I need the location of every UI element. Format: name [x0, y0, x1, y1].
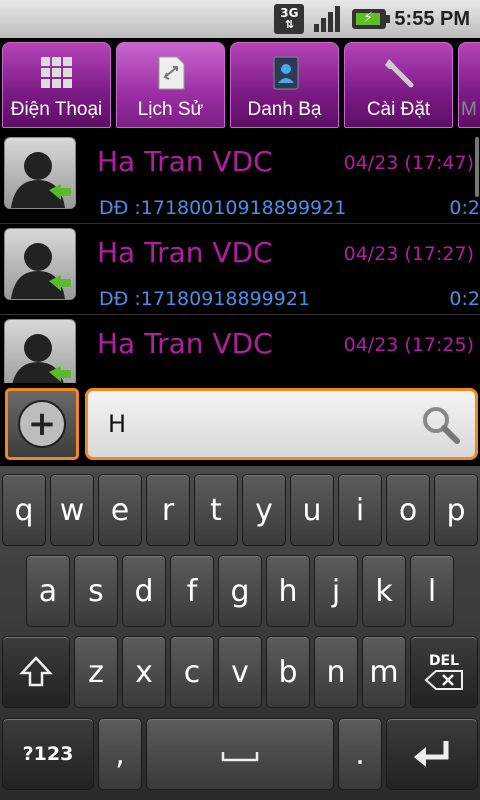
backspace-icon	[424, 670, 463, 690]
key-n[interactable]: n	[314, 636, 358, 708]
call-time: 04/23 (17:27)	[343, 243, 474, 265]
tab-label: Danh Bạ	[247, 99, 322, 120]
key-f[interactable]: f	[170, 555, 214, 627]
key-q[interactable]: q	[2, 474, 46, 546]
tab-label: Lịch Sử	[137, 99, 204, 120]
key-p[interactable]: p	[434, 474, 478, 546]
tab-bar: Điện Thoại Lịch Sử Danh Bạ Cài Đặt M	[0, 40, 480, 132]
enter-arrow-icon	[414, 741, 449, 767]
search-input[interactable]	[108, 403, 408, 445]
call-duration: 0:2	[449, 197, 480, 219]
delete-label: DEL	[428, 653, 460, 669]
key-z[interactable]: z	[74, 636, 118, 708]
signal-icon	[312, 4, 344, 34]
tab-danh-ba[interactable]: Danh Bạ	[230, 42, 339, 128]
call-row[interactable]: Ha Tran VDC 04/23 (17:47) DĐ :1718001091…	[0, 133, 480, 224]
search-icon[interactable]	[419, 403, 461, 445]
key-i[interactable]: i	[338, 474, 382, 546]
key-w[interactable]: w	[50, 474, 94, 546]
key-b[interactable]: b	[266, 636, 310, 708]
tab-label: Cài Đặt	[366, 99, 431, 120]
call-history-list: Ha Tran VDC 04/23 (17:47) DĐ :1718001091…	[0, 133, 480, 383]
key-x[interactable]: x	[122, 636, 166, 708]
contact-name: Ha Tran VDC	[97, 145, 273, 178]
contact-name: Ha Tran VDC	[97, 236, 273, 269]
tab-cai-dat[interactable]: Cài Đặt	[344, 42, 453, 128]
tab-more[interactable]: M	[458, 42, 480, 128]
shift-key[interactable]	[2, 636, 70, 708]
search-box[interactable]	[85, 388, 478, 460]
soft-keyboard: q w e r t y u i o p a s d f g h j k l z …	[0, 466, 480, 800]
shift-arrow-icon	[19, 656, 53, 687]
call-time: 04/23 (17:47)	[343, 152, 474, 174]
key-g[interactable]: g	[218, 555, 262, 627]
call-duration: 0:2	[449, 288, 480, 310]
key-a[interactable]: a	[26, 555, 70, 627]
key-d[interactable]: d	[122, 555, 166, 627]
call-time: 04/23 (17:25)	[343, 334, 474, 356]
key-o[interactable]: o	[386, 474, 430, 546]
add-contact-button[interactable]: +	[5, 388, 79, 460]
tab-label: M	[461, 99, 477, 120]
key-u[interactable]: u	[290, 474, 334, 546]
key-r[interactable]: r	[146, 474, 190, 546]
history-icon	[158, 56, 184, 90]
person-silhouette-icon	[11, 243, 71, 299]
enter-key[interactable]	[386, 718, 478, 790]
plus-icon: +	[18, 400, 66, 448]
key-j[interactable]: j	[314, 555, 358, 627]
space-key[interactable]	[146, 718, 334, 790]
wrench-icon	[384, 59, 413, 88]
call-row[interactable]: Ha Tran VDC 04/23 (17:25)	[0, 315, 480, 383]
delete-key[interactable]: DEL	[410, 636, 478, 708]
dialpad-icon	[40, 57, 72, 88]
key-e[interactable]: e	[98, 474, 142, 546]
key-v[interactable]: v	[218, 636, 262, 708]
contact-avatar	[4, 228, 76, 300]
comma-key[interactable]: ,	[98, 718, 142, 790]
key-k[interactable]: k	[362, 555, 406, 627]
tab-lich-su[interactable]: Lịch Sử	[116, 42, 225, 128]
key-s[interactable]: s	[74, 555, 118, 627]
phone-number: DĐ :17180918899921	[99, 288, 311, 310]
status-time: 5:55 PM	[394, 7, 470, 30]
battery-icon: ⚡	[352, 9, 391, 29]
person-silhouette-icon	[11, 152, 71, 208]
network-3g-icon: 3G ⇅	[274, 4, 305, 34]
key-l[interactable]: l	[410, 555, 454, 627]
key-m[interactable]: m	[362, 636, 406, 708]
key-h[interactable]: h	[266, 555, 310, 627]
tab-dien-thoai[interactable]: Điện Thoại	[2, 42, 111, 128]
key-t[interactable]: t	[194, 474, 238, 546]
status-bar: 3G ⇅ ⚡ 5:55 PM	[0, 0, 480, 38]
period-key[interactable]: .	[338, 718, 382, 790]
person-silhouette-icon	[12, 334, 71, 383]
contact-avatar	[4, 137, 76, 209]
call-row[interactable]: Ha Tran VDC 04/23 (17:27) DĐ :1718091889…	[0, 224, 480, 315]
symbols-key[interactable]: ?123	[2, 718, 94, 790]
contact-name: Ha Tran VDC	[97, 327, 273, 360]
tab-label: Điện Thoại	[10, 99, 103, 120]
search-bar: +	[0, 384, 480, 464]
key-c[interactable]: c	[170, 636, 214, 708]
contacts-icon	[273, 56, 298, 90]
key-y[interactable]: y	[242, 474, 286, 546]
contact-avatar	[4, 319, 76, 383]
phone-number: DĐ :17180010918899921	[99, 197, 347, 219]
space-bar-icon	[221, 752, 259, 762]
